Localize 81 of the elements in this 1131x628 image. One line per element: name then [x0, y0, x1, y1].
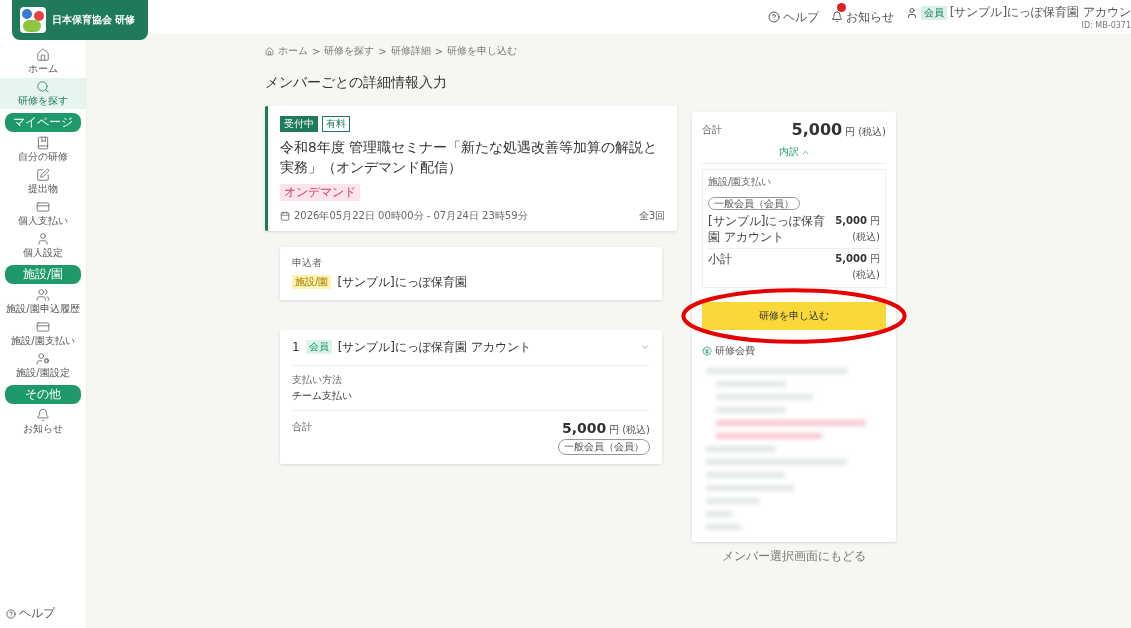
course-title: 令和8年度 管理職セミナー「新たな処遇改善等加算の解説と実務」（オンデマンド配信）: [280, 138, 658, 178]
course-period: 2026年05月22日 00時00分 - 07月24日 23時59分: [294, 208, 528, 223]
course-tag: 有料: [322, 116, 350, 132]
users-icon: [36, 288, 50, 302]
sidebar-item[interactable]: ホーム: [0, 46, 86, 77]
line-name: [サンプル]にっぽ保育園 アカウント: [708, 214, 827, 246]
total-amount: 5,000: [561, 419, 607, 436]
breadcrumb-link[interactable]: 研修を探す: [324, 44, 375, 58]
section-label: 施設/園: [5, 265, 81, 284]
help-icon: [6, 608, 16, 619]
logo-banner[interactable]: 日本保育協会 研修: [12, 0, 148, 40]
notice-link[interactable]: お知らせ: [830, 8, 894, 26]
bookmark-icon: [36, 136, 50, 150]
user-id: ID: MB-0371: [1081, 21, 1131, 30]
currency-unit: 円: [870, 214, 880, 228]
payment-label: 支払い方法: [292, 372, 343, 387]
user-icon: [905, 6, 918, 19]
total-label: 合計: [702, 122, 722, 137]
yen-icon: [702, 346, 712, 357]
user-name[interactable]: [サンプル]にっぽ保育園 アカウン: [949, 4, 1131, 21]
sidebar-item[interactable]: 施設/園設定: [0, 350, 86, 381]
page-title: メンバーごとの詳細情報入力: [265, 74, 448, 92]
applicant-name: [サンプル]にっぽ保育園: [337, 273, 467, 291]
card-icon: [36, 200, 50, 214]
help-link[interactable]: ヘルプ: [767, 8, 819, 26]
logo-text: 日本保育協会 研修: [52, 13, 136, 27]
line-amount: 5,000: [835, 215, 867, 226]
sidebar-item[interactable]: 研修を探す: [0, 78, 86, 109]
currency-unit: 円: [609, 422, 620, 437]
sidebar-item[interactable]: 自分の研修: [0, 134, 86, 165]
subtotal-amount: 5,000: [835, 253, 867, 265]
edit-icon: [36, 168, 50, 182]
sidebar-item[interactable]: 個人設定: [0, 230, 86, 261]
breadcrumb-separator: >: [378, 45, 387, 57]
fee-note: 研修会費: [715, 344, 755, 359]
sidebar-item[interactable]: 提出物: [0, 166, 86, 197]
status-tag: 受付中: [280, 116, 318, 132]
breadcrumb-link[interactable]: ホーム: [278, 44, 308, 58]
applicant-label: 申込者: [292, 255, 323, 270]
member-header[interactable]: 1 会員 [サンプル]にっぽ保育園 アカウント: [292, 329, 650, 366]
member-tag: 会員: [920, 5, 947, 20]
user-icon: [36, 232, 50, 246]
currency-unit: 円: [845, 125, 856, 139]
bell-icon: [36, 408, 50, 422]
card-icon: [36, 320, 50, 334]
tax-note: (税込): [852, 268, 880, 283]
chevron-down-icon: [640, 342, 650, 352]
help-link[interactable]: ヘルプ: [0, 599, 86, 628]
tax-note: (税込): [858, 125, 886, 139]
tax-note: (税込): [622, 422, 650, 437]
logo-icon: [20, 7, 46, 33]
bell-icon: [830, 11, 843, 23]
help-icon: [767, 11, 780, 23]
sidebar-item[interactable]: 個人支払い: [0, 198, 86, 229]
session-count: 全3回: [638, 208, 665, 223]
calendar-icon: [280, 210, 290, 221]
sidebar-item[interactable]: 施設/園申込履歴: [0, 286, 86, 317]
tax-note: (税込): [852, 230, 880, 244]
format-tag: オンデマンド: [280, 183, 360, 201]
sidebar-item[interactable]: お知らせ: [0, 406, 86, 437]
home-icon: [36, 48, 50, 62]
total-label: 合計: [292, 419, 312, 434]
search-icon: [36, 80, 50, 94]
back-link[interactable]: メンバー選択画面にもどる: [722, 548, 866, 566]
currency-unit: 円: [870, 252, 880, 267]
section-label: その他: [5, 385, 81, 404]
section-label: マイページ: [5, 113, 81, 132]
total-amount: 5,000: [791, 120, 843, 139]
subtotal-label: 小計: [708, 252, 732, 268]
payer-label: 施設/園支払い: [708, 175, 773, 189]
breakdown-toggle[interactable]: 内訳: [702, 143, 886, 164]
user-gear-icon: [36, 352, 50, 366]
breadcrumb-link[interactable]: 研修詳細: [390, 44, 431, 58]
breadcrumb-separator: >: [434, 45, 444, 57]
apply-button[interactable]: 研修を申し込む: [702, 302, 886, 331]
payment-method: チーム支払い: [292, 388, 353, 403]
breadcrumb-separator: >: [312, 45, 321, 57]
breadcrumb-current: 研修を申し込む: [447, 44, 518, 58]
sidebar-item[interactable]: 施設/園支払い: [0, 318, 86, 349]
facility-tag: 施設/園: [292, 275, 332, 289]
home-icon: [265, 46, 274, 56]
